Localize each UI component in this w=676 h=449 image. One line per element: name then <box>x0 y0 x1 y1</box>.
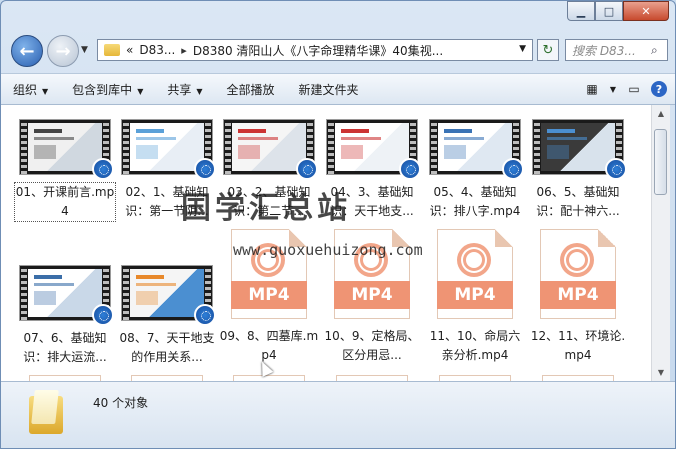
scrollbar-thumb[interactable] <box>654 129 667 195</box>
share-button[interactable]: 共享 ▼ <box>155 81 214 98</box>
arrow-left-icon: ← <box>19 40 35 62</box>
chevron-down-icon: ▼ <box>137 86 144 96</box>
video-thumbnail <box>19 119 114 180</box>
media-player-icon <box>194 158 216 180</box>
file-name: 08、7、天干地支的作用关系... <box>119 331 215 364</box>
back-button[interactable]: ← <box>11 35 43 67</box>
file-name: 11、10、命局六亲分析.mp4 <box>429 329 521 362</box>
breadcrumb-parent[interactable]: D83... <box>139 43 175 57</box>
chevron-down-icon: ▼ <box>196 86 203 96</box>
toolbar-right: ▦ ▼ ▭ ? <box>583 80 667 98</box>
chevron-down-icon[interactable]: ▼ <box>609 80 617 98</box>
folder-icon <box>104 44 120 56</box>
organize-button[interactable]: 组织 ▼ <box>1 81 60 98</box>
video-thumbnail <box>19 265 114 326</box>
file-item[interactable]: 05、4、基础知识：排八字.mp4 <box>425 119 525 221</box>
search-input[interactable]: 搜索 D83... <box>566 42 651 59</box>
mp4-label: MP4 <box>334 281 410 309</box>
file-name: 06、5、基础知识：配十神六... <box>536 185 620 218</box>
file-name: 12、11、环境论.mp4 <box>530 329 626 362</box>
mp4-label: MP4 <box>231 281 307 309</box>
file-name: 09、8、四墓库.mp4 <box>219 329 319 362</box>
command-bar: 组织 ▼ 包含到库中 ▼ 共享 ▼ 全部播放 新建文件夹 ▦ ▼ ▭ ? <box>1 73 675 105</box>
chevron-right-icon[interactable]: ▸ <box>181 44 187 57</box>
help-icon[interactable]: ? <box>651 81 667 97</box>
mp4-file-icon: MP4 <box>540 229 616 319</box>
media-player-icon <box>502 158 524 180</box>
media-player-icon <box>399 158 421 180</box>
video-thumbnail <box>532 119 627 180</box>
file-item[interactable]: 08、7、天干地支的作用关系... <box>117 265 217 367</box>
chevron-down-icon: ▼ <box>81 45 88 55</box>
media-player-icon <box>605 158 627 180</box>
file-name: 07、6、基础知识：排大运流... <box>23 331 107 364</box>
preview-pane-icon[interactable]: ▭ <box>625 80 643 98</box>
forward-button[interactable]: → <box>47 35 79 67</box>
new-folder-button[interactable]: 新建文件夹 <box>287 81 371 98</box>
include-library-label: 包含到库中 <box>72 82 133 97</box>
play-all-button[interactable]: 全部播放 <box>215 81 287 98</box>
close-button[interactable]: ✕ <box>623 1 669 21</box>
video-thumbnail <box>223 119 318 180</box>
minimize-button[interactable]: ▁ <box>567 1 595 21</box>
video-thumbnail <box>121 265 216 326</box>
file-item[interactable]: 01、开课前言.mp4 <box>14 119 116 222</box>
explorer-window: ▁ □ ✕ ← → ▼ « D83... ▸ D8380 清阳山人《八字命理精华… <box>0 0 676 449</box>
file-item[interactable]: MP4 11、10、命局六亲分析.mp4 <box>425 229 525 365</box>
media-player-icon <box>92 304 114 326</box>
mp4-file-icon: MP4 <box>437 229 513 319</box>
address-bar[interactable]: « D83... ▸ D8380 清阳山人《八字命理精华课》40集视... ▼ <box>97 39 533 61</box>
include-in-library-button[interactable]: 包含到库中 ▼ <box>60 81 155 98</box>
media-player-icon <box>92 158 114 180</box>
mp4-label: MP4 <box>540 281 616 309</box>
vertical-scrollbar[interactable]: ▲ ▼ <box>651 105 670 381</box>
file-name: 10、9、定格局、区分用忌... <box>324 329 420 362</box>
share-label: 共享 <box>167 82 192 97</box>
item-count: 40 个对象 <box>93 396 149 410</box>
mp4-label: MP4 <box>437 281 513 309</box>
watermark-url: www.guoxuehuizong.com <box>233 241 423 259</box>
refresh-icon: ↻ <box>542 42 554 58</box>
file-item[interactable]: 06、5、基础知识：配十神六... <box>528 119 628 221</box>
arrow-right-icon: → <box>55 40 71 62</box>
video-thumbnail <box>326 119 421 180</box>
chevron-down-icon: ▼ <box>42 86 49 96</box>
refresh-button[interactable]: ↻ <box>537 39 559 61</box>
file-item[interactable]: 07、6、基础知识：排大运流... <box>15 265 115 367</box>
search-icon[interactable]: ⌕ <box>651 43 667 58</box>
organize-label: 组织 <box>13 82 38 97</box>
recent-pages-dropdown[interactable]: ▼ <box>81 45 88 55</box>
video-thumbnail <box>429 119 524 180</box>
folder-icon <box>29 390 63 436</box>
chevron-down-icon[interactable]: ▼ <box>519 44 526 54</box>
breadcrumb-current[interactable]: D8380 清阳山人《八字命理精华课》40集视... <box>193 42 443 59</box>
maximize-button[interactable]: □ <box>595 1 623 21</box>
media-player-icon <box>194 304 216 326</box>
address-overflow[interactable]: « <box>126 43 133 57</box>
window-controls: ▁ □ ✕ <box>567 1 669 21</box>
navigation-bar: ← → ▼ « D83... ▸ D8380 清阳山人《八字命理精华课》40集视… <box>1 31 675 69</box>
file-name: 05、4、基础知识：排八字.mp4 <box>429 185 521 218</box>
view-options-icon[interactable]: ▦ <box>583 80 601 98</box>
search-box[interactable]: 搜索 D83... ⌕ <box>565 39 668 61</box>
video-thumbnail <box>121 119 216 180</box>
media-player-icon <box>296 158 318 180</box>
file-name: 01、开课前言.mp4 <box>14 182 116 222</box>
scroll-up-arrow[interactable]: ▲ <box>652 105 670 122</box>
details-pane: 40 个对象 <box>1 381 675 448</box>
file-item[interactable]: MP4 12、11、环境论.mp4 <box>528 229 628 365</box>
scroll-down-arrow[interactable]: ▼ <box>652 364 670 381</box>
watermark-text: 国学汇总站 <box>181 191 351 226</box>
